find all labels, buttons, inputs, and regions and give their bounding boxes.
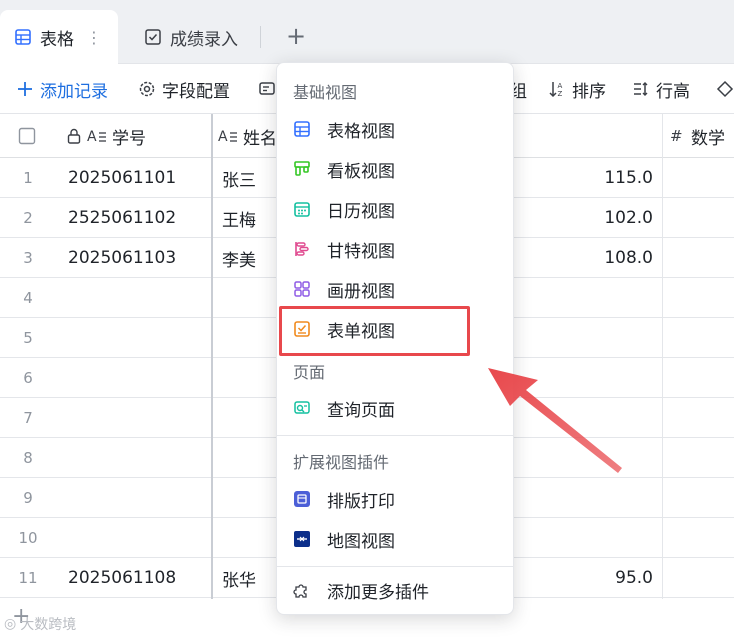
cell-student-id[interactable]: 2025061101 [68,158,176,198]
sort-icon: AZ [548,80,566,98]
row-index: 9 [23,489,33,507]
watermark-text: 大数跨境 [20,617,77,633]
tab-divider [260,26,261,48]
menu-divider [277,566,513,567]
column-label: 学号 [112,128,146,149]
row-index: 11 [18,569,38,587]
fill-color-button[interactable] [716,76,734,102]
watermark: ◎ 大数跨境 [4,614,76,634]
cell-name[interactable]: 李美 [222,238,256,278]
row-index: 2 [23,209,33,227]
add-record-button[interactable]: 添加记录 [16,76,108,102]
select-all-checkbox[interactable] [18,114,36,158]
number-field-icon: # [670,127,686,145]
svg-text:A: A [558,82,563,90]
menu-item-label: 查询页面 [327,400,395,421]
sort-label: 排序 [572,81,606,102]
menu-item-label: 地图视图 [327,531,395,552]
menu-item-label: 看板视图 [327,161,395,182]
row-index: 5 [23,329,33,347]
menu-item-label: 排版打印 [327,491,395,512]
column-header-math[interactable]: # 数学 [670,114,725,158]
column-header-id[interactable]: A 学号 [66,114,146,158]
svg-text:A: A [218,129,228,145]
gear-icon [138,80,156,98]
row-index: 7 [23,409,33,427]
menu-item-grid-view[interactable]: 表格视图 [293,111,499,147]
puzzle-icon [293,581,311,599]
menu-item-label: 画册视图 [327,281,395,302]
annotation-highlight-box [279,306,470,356]
menu-item-gallery-view[interactable]: 画册视图 [293,271,499,307]
query-page-icon [293,399,311,417]
table-icon [14,28,32,46]
menu-item-map-view[interactable]: 地图视图 [293,521,499,557]
menu-group-extension: 扩展视图插件 [293,453,390,472]
cell-student-id[interactable]: 2025061103 [68,238,176,278]
cell-name[interactable]: 张三 [222,158,256,198]
row-index: 6 [23,369,33,387]
menu-divider [277,435,513,436]
row-index: 8 [23,449,33,467]
row-height-icon [632,80,650,98]
frozen-column-divider [211,114,213,599]
lock-icon [66,127,82,145]
field-config-label: 字段配置 [162,81,230,102]
add-record-label: 添加记录 [40,81,108,102]
row-index: 1 [23,169,33,187]
view-tab-bar: 表格 ⋮ 成绩录入 + [0,0,734,64]
svg-text:Z: Z [558,90,563,98]
field-config-button[interactable]: 字段配置 [138,76,230,102]
column-header-name[interactable]: A 姓名 [218,114,277,158]
row-index: 4 [23,289,33,307]
menu-item-label: 甘特视图 [327,241,395,262]
row-height-label: 行高 [656,81,690,102]
menu-item-label: 添加更多插件 [327,582,429,603]
filter-icon [258,80,276,98]
menu-item-add-plugins[interactable]: 添加更多插件 [293,572,499,608]
column-label: 数学 [691,128,725,149]
menu-group-basic: 基础视图 [293,83,358,102]
print-layout-icon [293,490,311,508]
paint-bucket-icon [716,80,734,98]
row-index: 10 [18,529,38,547]
kanban-icon [293,160,311,178]
svg-text:#: # [670,127,683,145]
menu-item-calendar-view[interactable]: 日历视图 [293,191,499,227]
cell-student-id[interactable]: 2525061102 [68,198,176,238]
text-field-icon: A [218,127,238,145]
map-view-icon [293,530,311,548]
menu-item-print-layout[interactable]: 排版打印 [293,481,499,517]
menu-group-page: 页面 [293,363,326,382]
column-divider [662,114,663,599]
plus-icon [16,80,34,98]
menu-item-query-page[interactable]: 查询页面 [293,390,499,426]
add-view-button[interactable]: + [283,24,309,50]
cell-name[interactable]: 张华 [222,558,256,598]
more-vertical-icon[interactable]: ⋮ [86,28,102,47]
tab-label: 表格 [40,29,74,50]
menu-item-gantt-view[interactable]: 甘特视图 [293,231,499,267]
gantt-icon [293,240,311,258]
watermark-logo-icon: ◎ [4,616,17,632]
tab-score-entry[interactable]: 成绩录入 [130,10,260,64]
cell-student-id[interactable]: 2025061108 [68,558,176,598]
form-check-icon [144,28,162,46]
tab-table[interactable]: 表格 ⋮ [0,10,118,64]
calendar-icon [293,200,311,218]
row-height-button[interactable]: 行高 [632,76,690,102]
menu-item-kanban-view[interactable]: 看板视图 [293,151,499,187]
annotation-arrow [488,368,622,473]
menu-item-label: 日历视图 [327,201,395,222]
grid-view-icon [293,120,311,138]
tab-label: 成绩录入 [170,29,238,50]
gallery-icon [293,280,311,298]
row-index: 3 [23,249,33,267]
svg-text:A: A [87,129,97,145]
cell-name[interactable]: 王梅 [222,198,256,238]
column-label: 姓名 [243,128,277,149]
sort-button[interactable]: AZ 排序 [548,76,606,102]
menu-item-label: 表格视图 [327,121,395,142]
text-field-icon: A [87,127,107,145]
